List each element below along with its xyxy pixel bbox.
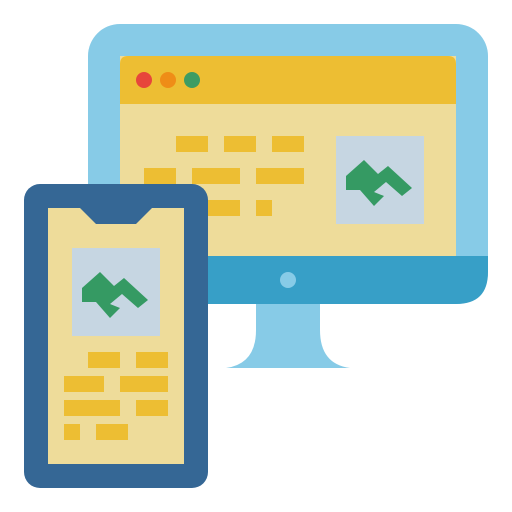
- minimize-dot-icon: [160, 72, 176, 88]
- close-dot-icon: [136, 72, 152, 88]
- stand-base: [226, 330, 350, 368]
- text-line: [96, 424, 128, 440]
- text-line: [136, 400, 168, 416]
- text-line: [144, 168, 176, 184]
- text-line: [192, 168, 240, 184]
- monitor-stand: [226, 298, 350, 368]
- text-line: [272, 136, 304, 152]
- devices-svg: [24, 24, 488, 488]
- text-line: [256, 168, 304, 184]
- text-line: [256, 200, 272, 216]
- maximize-dot-icon: [184, 72, 200, 88]
- text-line: [64, 400, 120, 416]
- text-line: [208, 200, 240, 216]
- text-line: [64, 376, 104, 392]
- text-line: [224, 136, 256, 152]
- text-line: [64, 424, 80, 440]
- text-line: [176, 136, 208, 152]
- text-line: [136, 352, 168, 368]
- text-line: [88, 352, 120, 368]
- monitor-power-button: [280, 272, 296, 288]
- smartphone-icon: [24, 184, 208, 488]
- responsive-devices-illustration: [0, 0, 512, 512]
- text-line: [120, 376, 168, 392]
